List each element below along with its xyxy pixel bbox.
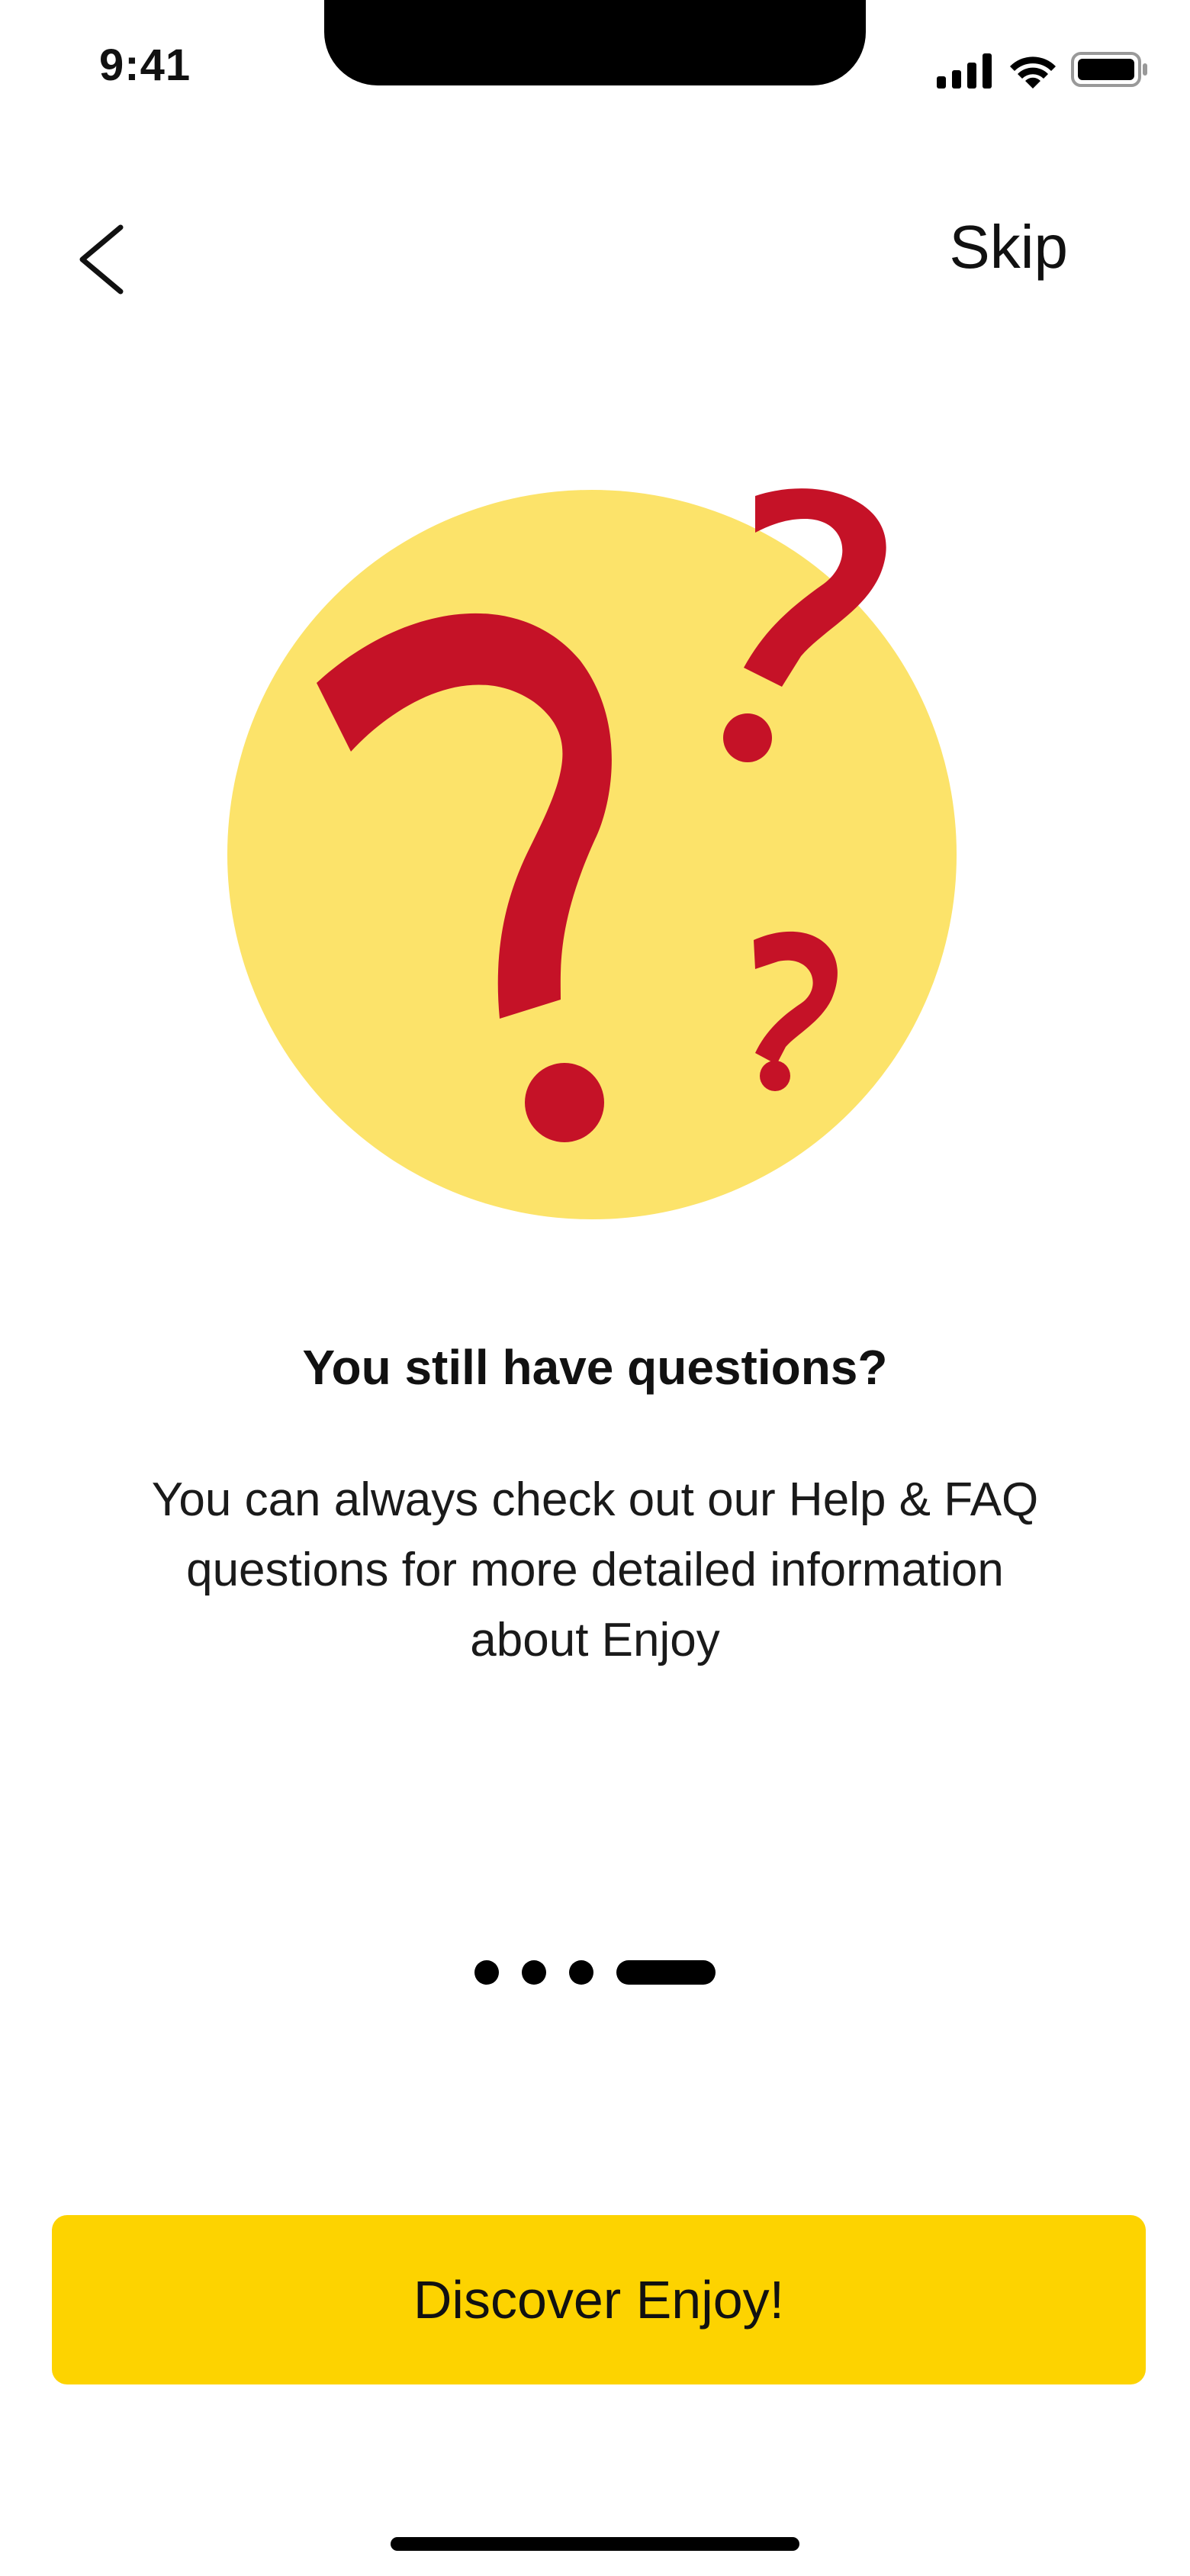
status-icons — [937, 47, 1150, 93]
battery-icon — [1071, 52, 1147, 87]
headline: You still have questions? — [302, 1340, 888, 1395]
question-illustration — [221, 473, 992, 1236]
back-button[interactable] — [67, 214, 143, 305]
page-dot — [474, 1960, 499, 1985]
page-dot-active — [616, 1960, 716, 1985]
signal-icon — [937, 53, 992, 89]
page-dot — [522, 1960, 546, 1985]
body-text: You can always check out our Help & FAQ … — [151, 1473, 1039, 1666]
wifi-icon — [1010, 56, 1056, 89]
device-notch — [324, 0, 866, 85]
status-time: 9:41 — [99, 40, 191, 90]
discover-enjoy-button[interactable]: Discover Enjoy! — [52, 2215, 1146, 2384]
home-indicator — [391, 2537, 799, 2551]
question-marks-icon — [227, 488, 957, 1219]
page-dot — [569, 1960, 593, 1985]
chevron-left-icon — [79, 224, 124, 295]
skip-button[interactable]: Skip — [915, 212, 1068, 288]
page-indicator — [0, 1957, 1190, 1988]
